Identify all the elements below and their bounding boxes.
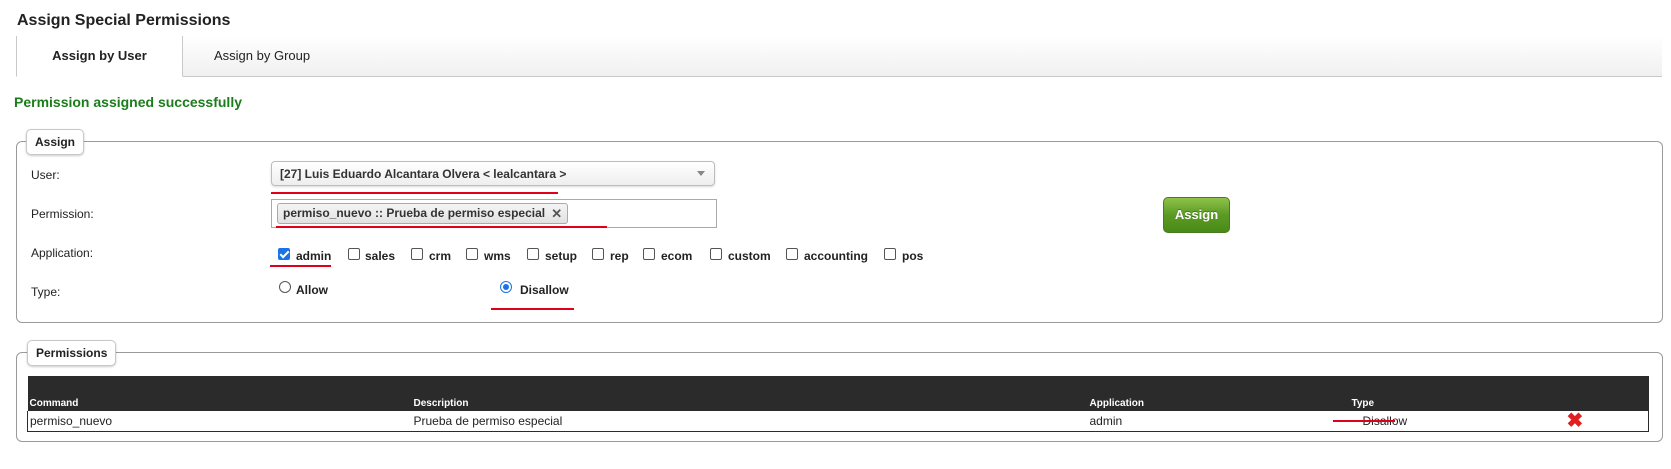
checkbox-label-wms: wms [484,249,511,263]
application-label: Application: [31,246,94,260]
checkbox-label-accounting: accounting [804,249,869,263]
checkbox-crm[interactable] [411,248,423,260]
radio-disallow[interactable] [500,281,512,293]
checkbox-label-admin: admin [296,249,332,263]
checkbox-label-custom: custom [728,249,771,263]
checkbox-label-crm: crm [429,249,452,263]
page-title: Assign Special Permissions [17,12,231,29]
annotation-underline-admin [270,265,331,267]
assign-legend: Assign [26,129,85,155]
permissions-table: Command Description Application Type per… [27,376,1649,432]
cell-actions: ✖ [1564,411,1649,432]
column-header-actions [1564,376,1649,411]
checkbox-ecom[interactable] [643,248,655,260]
checkbox-label-rep: rep [610,249,629,263]
remove-chip-icon[interactable]: ✕ [551,204,562,223]
column-header-type: Type [1349,376,1565,411]
annotation-underline-user [271,192,558,194]
permission-chip-label: permiso_nuevo :: Prueba de permiso espec… [283,206,546,220]
checkbox-admin[interactable] [278,248,290,260]
checkbox-rep[interactable] [592,248,604,260]
user-select-value: [27] Luis Eduardo Alcantara Olvera < lea… [280,167,567,181]
column-header-command: Command [27,376,412,411]
assign-button[interactable]: Assign [1163,197,1230,233]
checkbox-label-setup: setup [545,249,578,263]
checkbox-pos[interactable] [884,248,896,260]
radio-label-disallow: Disallow [520,283,569,297]
annotation-underline-disallow [491,308,574,310]
tab-assign-by-group[interactable]: Assign by Group [214,36,310,76]
table-row: permiso_nuevo Prueba de permiso especial… [27,411,1649,432]
type-label: Type: [31,285,61,299]
annotation-underline-permission [276,226,607,228]
column-header-description: Description [411,376,1088,411]
column-header-application: Application [1087,376,1350,411]
cell-command: permiso_nuevo [27,411,412,432]
delete-icon[interactable]: ✖ [1567,411,1584,431]
checkbox-setup[interactable] [527,248,539,260]
cell-application: admin [1087,411,1350,432]
checkbox-label-sales: sales [365,249,396,263]
permission-chip: permiso_nuevo :: Prueba de permiso espec… [277,203,569,224]
annotation-underline-type-cell [1333,420,1395,422]
permission-label: Permission: [31,207,94,221]
chevron-down-icon [697,171,705,176]
checkbox-sales[interactable] [348,248,360,260]
status-message: Permission assigned successfully [14,94,242,110]
checkbox-label-pos: pos [902,249,924,263]
user-select[interactable]: [27] Luis Eduardo Alcantara Olvera < lea… [271,161,715,186]
radio-label-allow: Allow [296,283,328,297]
tab-bar: Assign by User Assign by Group [16,36,1662,77]
user-label: User: [31,168,60,182]
tab-assign-by-user[interactable]: Assign by User [16,36,183,77]
assign-fieldset [16,141,1663,323]
permission-input[interactable]: permiso_nuevo :: Prueba de permiso espec… [271,199,717,228]
checkbox-label-ecom: ecom [661,249,693,263]
permissions-legend: Permissions [27,340,117,366]
cell-description: Prueba de permiso especial [411,411,1088,432]
checkbox-wms[interactable] [466,248,478,260]
checkbox-accounting[interactable] [786,248,798,260]
checkbox-custom[interactable] [710,248,722,260]
radio-allow[interactable] [279,281,291,293]
